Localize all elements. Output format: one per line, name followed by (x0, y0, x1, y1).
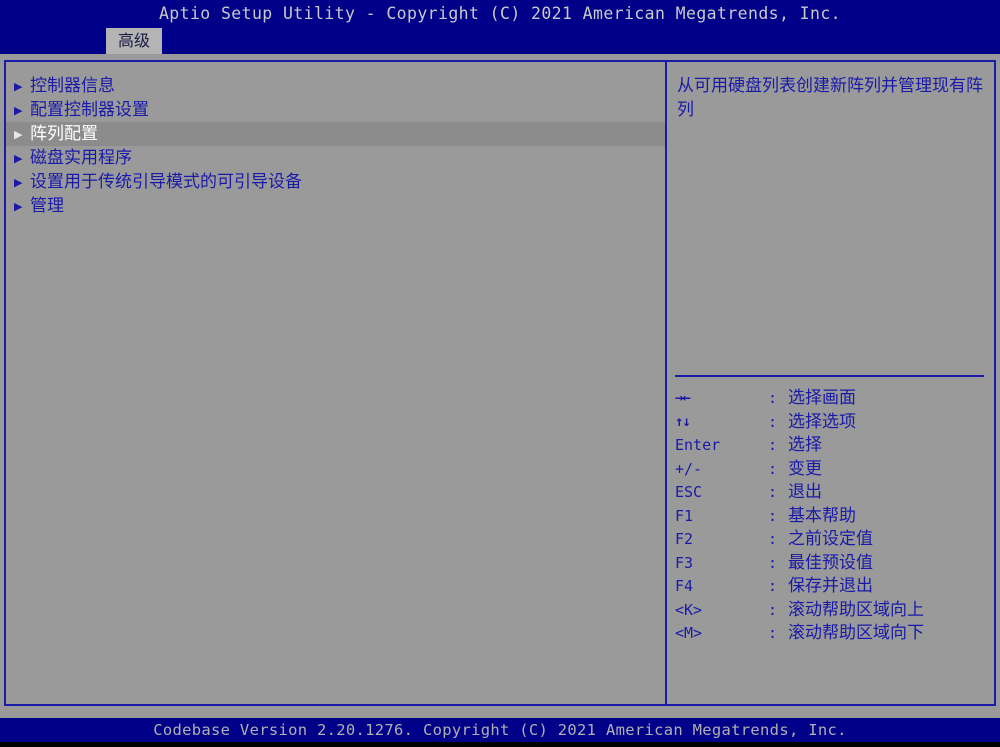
submenu-arrow-icon: ▶ (14, 104, 23, 117)
menu-item-set-bootable-device-legacy[interactable]: ▶ 设置用于传统引导模式的可引导设备 (6, 170, 665, 194)
legend-key: ESC (675, 483, 703, 501)
submenu-arrow-icon: ▶ (14, 128, 23, 141)
menu-item-controller-info[interactable]: ▶ 控制器信息 (6, 74, 665, 98)
key-legend: →←: 选择画面 ↑↓: 选择选项 Enter: 选择 +/-: 变更 ESC: 退出 F… (675, 387, 988, 646)
legend-row: F3: 最佳预设值 (675, 552, 988, 576)
legend-description: 基本帮助 (788, 505, 856, 526)
legend-colon: : (768, 412, 778, 431)
legend-description: 退出 (788, 482, 822, 502)
legend-colon: : (768, 624, 778, 642)
legend-row: +/-: 变更 (675, 458, 988, 482)
bios-setup-screen: Aptio Setup Utility - Copyright (C) 2021… (0, 0, 1000, 747)
menu-item-array-configuration[interactable]: ▶ 阵列配置 (6, 122, 665, 146)
legend-description: 最佳预设值 (788, 552, 873, 573)
legend-description: 滚动帮助区域向下 (788, 623, 924, 643)
footer-status-bar: Codebase Version 2.20.1276. Copyright (C… (0, 718, 1000, 742)
submenu-arrow-icon: ▶ (14, 176, 23, 189)
menu-item-label: 设置用于传统引导模式的可引导设备 (30, 172, 302, 192)
legend-row: F4: 保存并退出 (675, 575, 988, 599)
legend-key: +/- (675, 459, 703, 478)
screen-bottom-edge (0, 742, 1000, 747)
submenu-arrow-icon: ▶ (14, 200, 23, 213)
legend-description: 选择 (788, 435, 822, 455)
menu-item-label: 阵列配置 (30, 124, 98, 144)
legend-description: 变更 (788, 458, 822, 479)
legend-colon: : (768, 553, 778, 572)
menu-item-label: 管理 (30, 196, 64, 216)
main-content-frame: ▶ 控制器信息 ▶ 配置控制器设置 ▶ 阵列配置 ▶ 磁盘实用程序 ▶ 设置用于传统引导模… (4, 60, 996, 706)
legend-key: F3 (675, 553, 694, 572)
menu-item-administration[interactable]: ▶ 管理 (6, 194, 665, 218)
menu-panel: ▶ 控制器信息 ▶ 配置控制器设置 ▶ 阵列配置 ▶ 磁盘实用程序 ▶ 设置用于传统引导模… (6, 62, 665, 704)
window-title-bar: Aptio Setup Utility - Copyright (C) 2021… (0, 0, 1000, 28)
legend-description: 选择画面 (788, 388, 856, 408)
legend-key: F2 (675, 530, 694, 548)
legend-row: <M>: 滚动帮助区域向下 (675, 622, 988, 646)
help-legend-separator (675, 375, 984, 377)
legend-row: <K>: 滚动帮助区域向上 (675, 599, 988, 623)
legend-row: F2: 之前设定值 (675, 528, 988, 552)
legend-key: <M> (675, 624, 703, 642)
legend-colon: : (768, 600, 778, 619)
help-panel: 从可用硬盘列表创建新阵列并管理现有阵列 →←: 选择画面 ↑↓: 选择选项 Ente… (667, 62, 994, 704)
legend-description: 选择选项 (788, 411, 856, 432)
legend-description: 保存并退出 (788, 576, 873, 596)
legend-key: F4 (675, 577, 694, 595)
tab-advanced[interactable]: 高级 (106, 28, 163, 54)
legend-row: F1: 基本帮助 (675, 505, 988, 529)
legend-key: F1 (675, 506, 694, 525)
legend-description: 滚动帮助区域向上 (788, 599, 924, 620)
menu-item-configure-controller-settings[interactable]: ▶ 配置控制器设置 (6, 98, 665, 122)
menu-item-label: 磁盘实用程序 (30, 148, 132, 168)
legend-key: <K> (675, 600, 703, 619)
legend-key: Enter (675, 436, 721, 454)
up-down-arrow-icon: ↑↓ (675, 413, 691, 430)
legend-row: ↑↓: 选择选项 (675, 411, 988, 435)
legend-colon: : (768, 483, 778, 501)
legend-row: Enter: 选择 (675, 434, 988, 458)
legend-colon: : (768, 436, 778, 454)
legend-colon: : (768, 506, 778, 525)
legend-description: 之前设定值 (788, 529, 873, 549)
tab-strip: 高级 (0, 28, 1000, 54)
submenu-arrow-icon: ▶ (14, 80, 23, 93)
legend-row: ESC: 退出 (675, 481, 988, 505)
legend-colon: : (768, 530, 778, 548)
menu-item-label: 控制器信息 (30, 76, 115, 96)
legend-colon: : (768, 459, 778, 478)
legend-row: →←: 选择画面 (675, 387, 988, 411)
help-description-text: 从可用硬盘列表创建新阵列并管理现有阵列 (677, 76, 983, 120)
legend-colon: : (768, 577, 778, 595)
left-right-arrow-icon: →← (675, 390, 691, 406)
menu-item-disk-utilities[interactable]: ▶ 磁盘实用程序 (6, 146, 665, 170)
submenu-arrow-icon: ▶ (14, 152, 23, 165)
legend-colon: : (768, 389, 778, 407)
menu-item-label: 配置控制器设置 (30, 100, 149, 120)
